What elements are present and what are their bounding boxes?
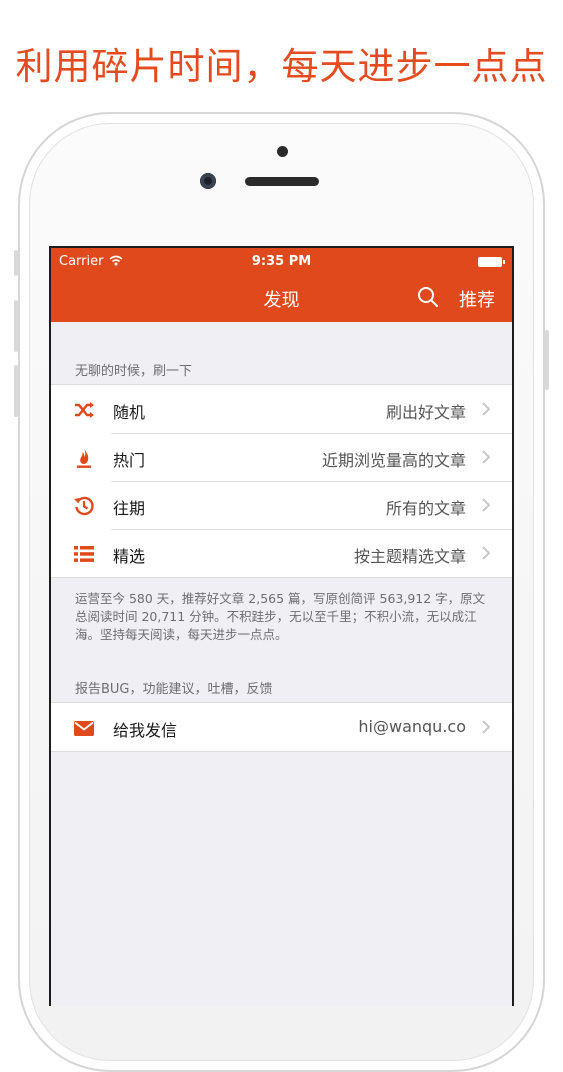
row-detail: 按主题精选文章 <box>353 547 466 566</box>
row-archive[interactable]: 往期 所有的文章 <box>51 481 512 529</box>
chevron-right-icon <box>482 498 490 512</box>
section-header-feedback: 报告BUG，功能建议，吐槽，反馈 <box>75 682 273 697</box>
row-label: 随机 <box>113 403 146 422</box>
row-hot[interactable]: 热门 近期浏览量高的文章 <box>51 433 512 481</box>
search-icon[interactable] <box>417 286 439 308</box>
row-label: 精选 <box>113 547 146 566</box>
app-screen: Carrier 9:35 PM 发现 推荐 无聊的时候，刷一下 随机 刷出好文章… <box>49 246 514 1006</box>
list-icon <box>74 546 94 562</box>
row-featured[interactable]: 精选 按主题精选文章 <box>51 529 512 577</box>
mute-switch <box>14 250 18 276</box>
navigation-bar: Carrier 9:35 PM 发现 推荐 <box>51 248 512 322</box>
status-time: 9:35 PM <box>251 254 312 269</box>
stats-footer: 运营至今 580 天，推荐好文章 2,565 篇，写原创简评 563,912 字… <box>75 591 486 642</box>
row-detail: hi@wanqu.co <box>358 717 466 736</box>
front-camera <box>200 173 216 189</box>
power-button <box>545 330 549 390</box>
mail-icon <box>74 721 94 736</box>
proximity-sensor <box>277 146 288 157</box>
earpiece-speaker <box>245 177 319 186</box>
flame-icon <box>77 449 91 468</box>
battery-icon <box>478 257 505 267</box>
promo-headline: 利用碎片时间，每天进步一点点 <box>15 45 548 88</box>
chevron-right-icon <box>482 402 490 416</box>
volume-up-button <box>14 300 18 352</box>
chevron-right-icon <box>482 720 490 734</box>
history-icon <box>74 496 94 516</box>
row-label: 给我发信 <box>113 721 178 740</box>
row-detail: 所有的文章 <box>385 499 466 518</box>
row-label: 热门 <box>113 451 146 470</box>
shuffle-icon <box>75 402 94 418</box>
recommend-button[interactable]: 推荐 <box>459 286 495 312</box>
row-mail[interactable]: 给我发信 hi@wanqu.co <box>51 703 512 751</box>
browse-group: 随机 刷出好文章 热门 近期浏览量高的文章 往期 所有的文章 精选 按主题精选文… <box>51 384 512 578</box>
row-detail: 近期浏览量高的文章 <box>321 451 466 470</box>
chevron-right-icon <box>482 450 490 464</box>
feedback-group: 给我发信 hi@wanqu.co <box>51 702 512 752</box>
volume-down-button <box>14 365 18 417</box>
row-detail: 刷出好文章 <box>385 403 466 422</box>
row-random[interactable]: 随机 刷出好文章 <box>51 385 512 433</box>
section-header-browse: 无聊的时候，刷一下 <box>75 364 193 379</box>
chevron-right-icon <box>482 546 490 560</box>
row-label: 往期 <box>113 499 146 518</box>
page-title: 发现 <box>263 290 300 311</box>
status-bar: Carrier 9:35 PM <box>51 254 512 274</box>
